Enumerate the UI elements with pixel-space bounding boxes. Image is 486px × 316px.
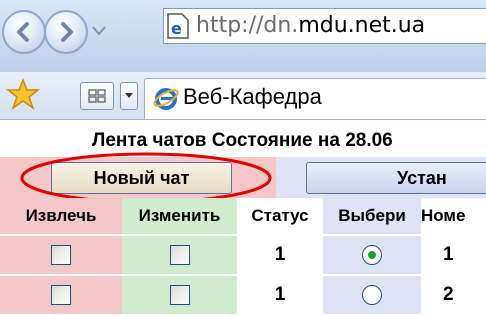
chevron-down-icon [125,93,133,98]
choose-radio[interactable] [362,284,382,305]
col-header-number: Номе [421,198,486,236]
status-cell: 1 [237,275,323,316]
quick-tabs-icon [88,89,106,103]
extract-checkbox[interactable] [51,244,71,265]
number-cell: 2 [421,275,486,316]
extract-checkbox[interactable] [51,284,71,305]
edit-cell [122,275,237,316]
page-icon: e [167,13,189,39]
tab-web-kafedra[interactable]: Веб-Кафедра [144,78,486,119]
number-cell: 1 [421,235,486,276]
col-header-extract: Извлечь [0,198,122,236]
extract-cell [0,275,122,316]
table-row: 1 1 [0,235,486,276]
tab-title: Веб-Кафедра [183,84,322,109]
set-button[interactable]: Устан [306,162,486,194]
choose-radio-selected[interactable] [362,244,382,265]
quick-tabs-button[interactable] [80,82,114,110]
page-content: Лента чатов Состояние на 28.06 Новый чат… [0,120,486,316]
table-header-row: Извлечь Изменить Статус Выбери Номе [0,198,486,236]
edit-cell [122,235,237,276]
col-header-status: Статус [237,198,323,236]
edit-checkbox[interactable] [169,284,190,305]
col-header-edit: Изменить [122,198,237,236]
address-bar[interactable]: e http://dn.mdu.net.ua [163,8,486,44]
history-dropdown-icon[interactable] [92,26,106,36]
status-cell: 1 [237,235,323,276]
browser-navigation-bar: e http://dn.mdu.net.ua [0,0,486,73]
page-title: Лента чатов Состояние на 28.06 [92,130,393,151]
chat-table: Извлечь Изменить Статус Выбери Номе 1 1 … [0,198,486,316]
extract-cell [0,235,122,276]
table-row: 1 2 [0,275,486,316]
edit-checkbox[interactable] [169,244,190,265]
favorites-star-icon[interactable] [6,77,40,111]
forward-arrow-icon [61,22,73,42]
choose-cell [323,235,421,276]
back-button[interactable] [2,10,46,54]
tab-bar: Веб-Кафедра [0,72,486,120]
tab-list-button[interactable] [120,82,138,110]
col-header-choose: Выбери [323,198,421,236]
svg-text:e: e [171,19,182,38]
back-arrow-icon [17,22,29,42]
address-text: http://dn.mdu.net.ua [196,13,426,38]
ie-logo-icon [153,88,179,110]
forward-button[interactable] [44,10,88,54]
choose-cell [323,275,421,316]
